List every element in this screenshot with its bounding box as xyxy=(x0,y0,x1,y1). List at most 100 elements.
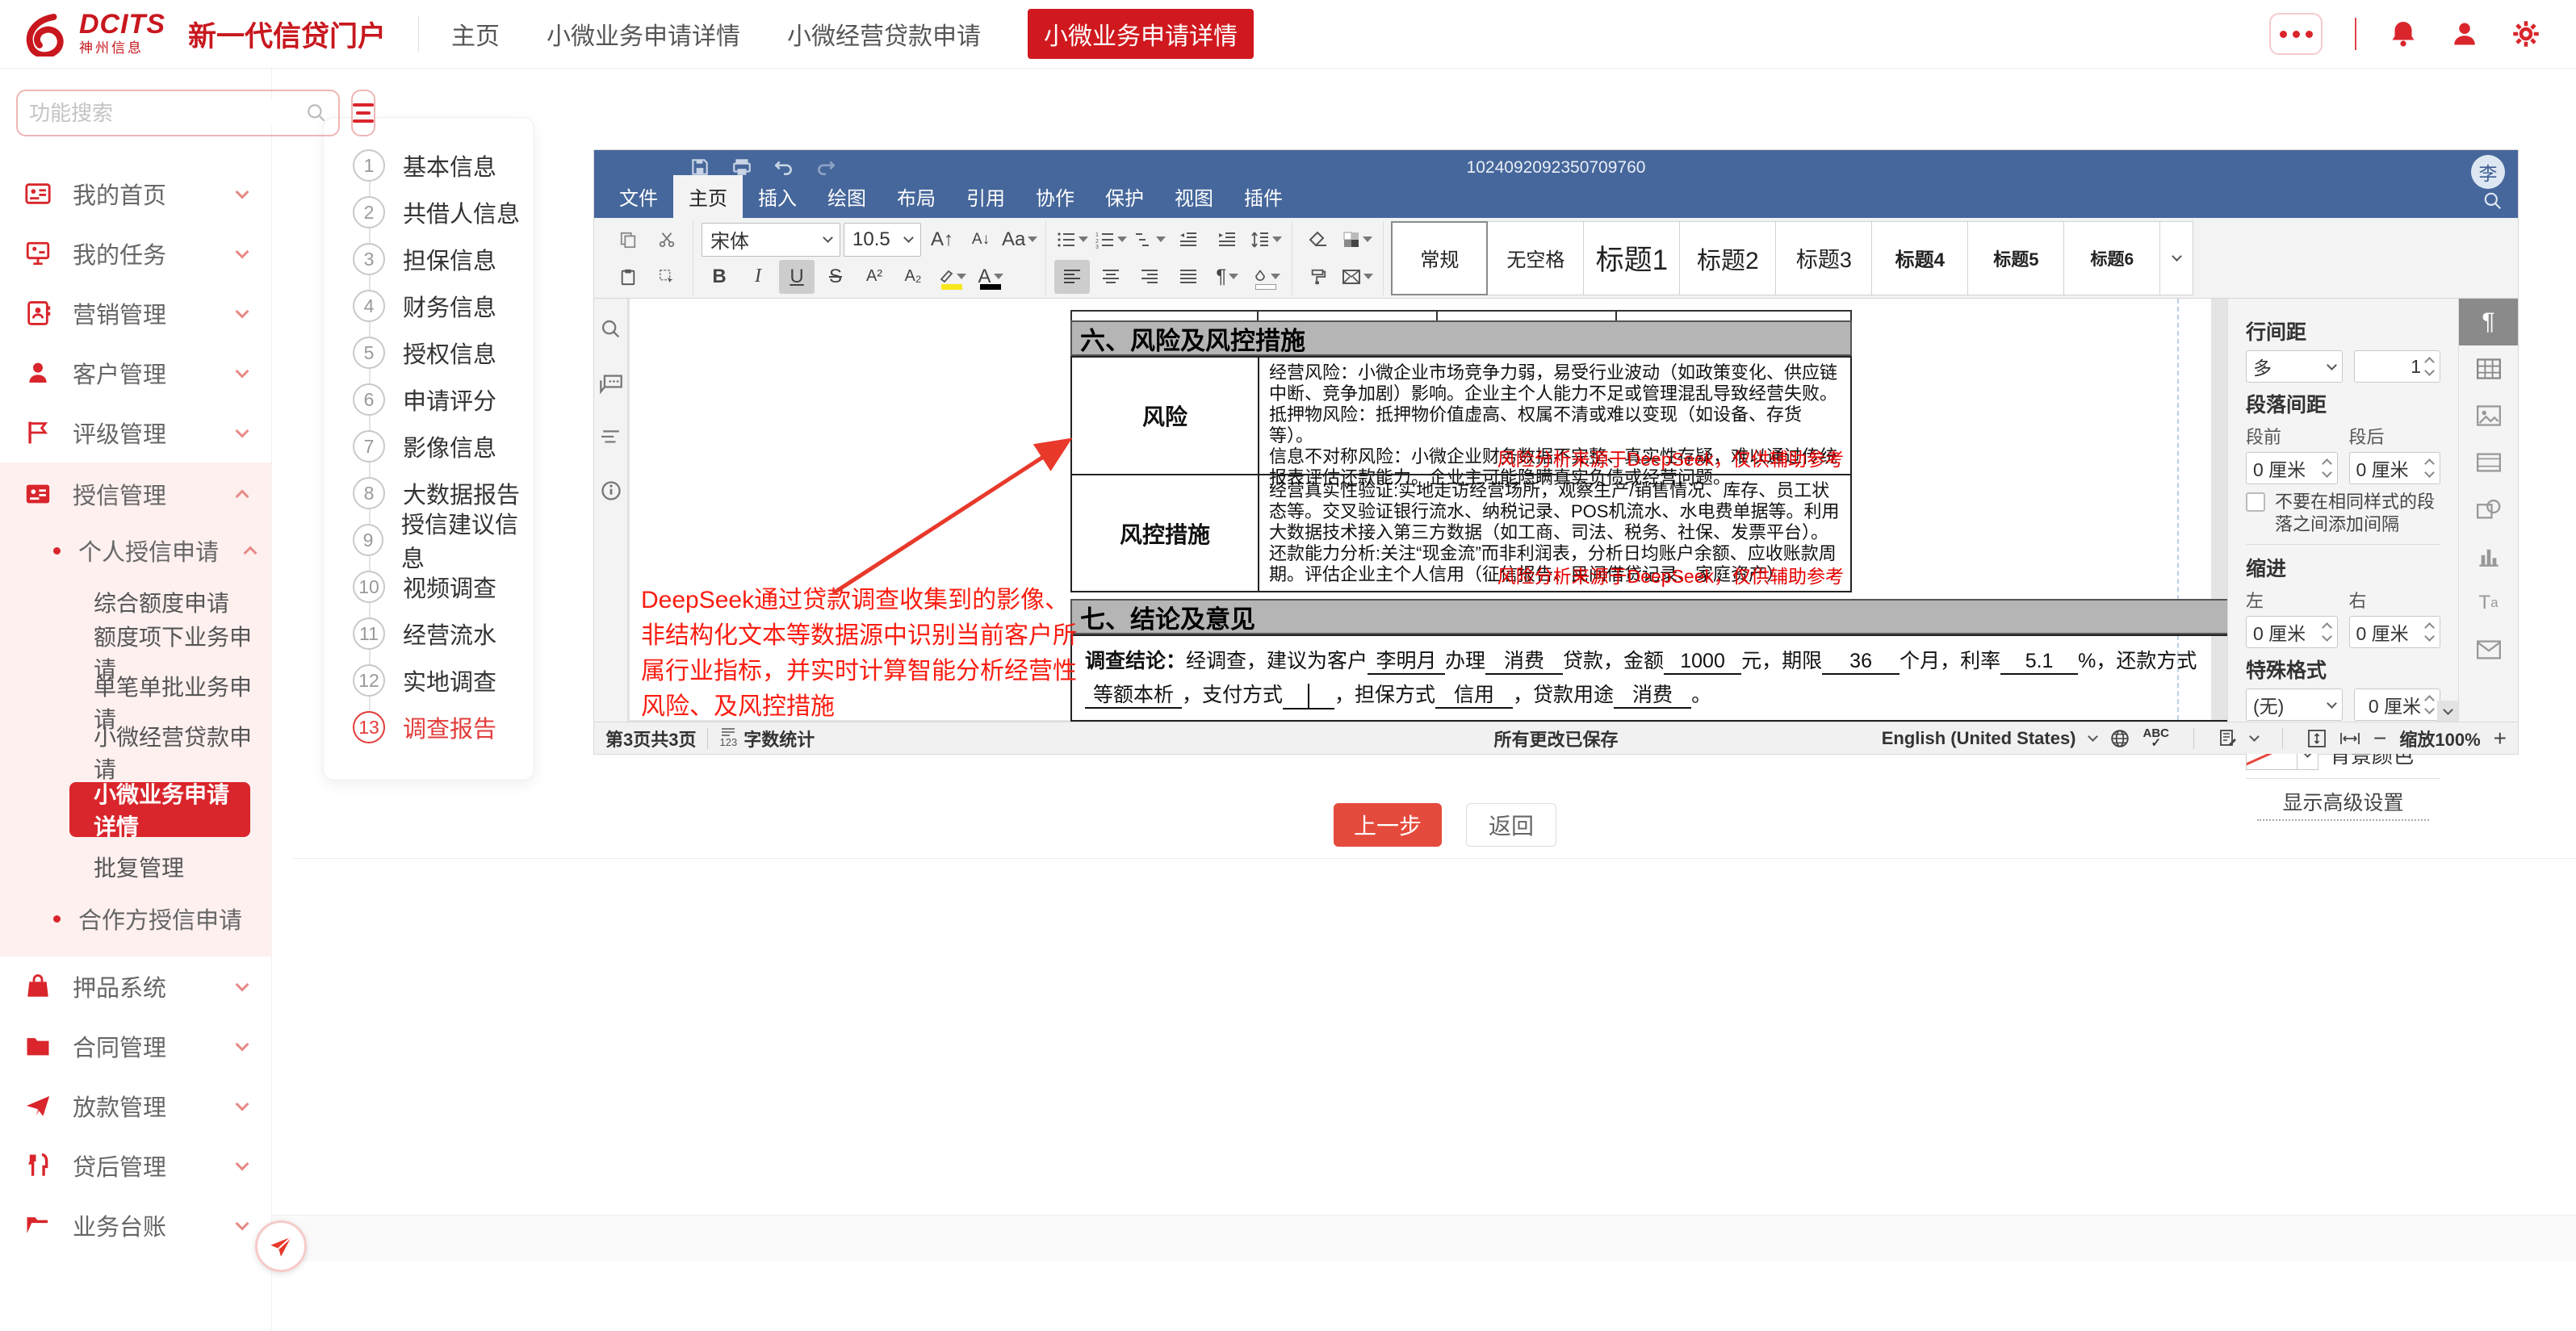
tab-micro-loan-apply[interactable]: 小微经营贷款申请 xyxy=(787,16,981,52)
step-video-survey[interactable]: 10视频调查 xyxy=(324,563,534,610)
more-actions-button[interactable] xyxy=(2269,13,2323,55)
line-spacing-select[interactable]: 多 xyxy=(2246,350,2343,383)
menu-insert[interactable]: 插入 xyxy=(743,175,812,218)
editor-search-icon[interactable] xyxy=(2482,190,2503,211)
style-heading3[interactable]: 标题3 xyxy=(1775,221,1872,295)
sidebar-item-personal-credit[interactable]: 个人授信申请 xyxy=(16,524,255,577)
sidebar-item-rating[interactable]: 评级管理 xyxy=(16,403,255,463)
fit-page-icon[interactable] xyxy=(2307,729,2327,748)
sidebar-item-micro-loan-apply[interactable]: 小微经营贷款申请 xyxy=(16,727,255,777)
step-scoring[interactable]: 6申请评分 xyxy=(324,376,534,423)
chart-panel-tab[interactable] xyxy=(2459,533,2518,580)
step-finance[interactable]: 4财务信息 xyxy=(324,283,534,329)
sidebar-item-post-loan[interactable]: 贷后管理 xyxy=(16,1136,255,1195)
step-authorization[interactable]: 5授权信息 xyxy=(324,329,534,376)
document-page[interactable]: 六、风险及风控措施 风险 经营风险：小微企业市场竞争力弱，易受行业波动（如政策变… xyxy=(630,299,2211,720)
clear-format-eraser-icon[interactable] xyxy=(1301,223,1336,257)
document-canvas[interactable]: 六、风险及风控措施 风险 经营风险：小微企业市场竞争力弱，易受行业波动（如政策变… xyxy=(628,299,2227,722)
sidebar-item-customers[interactable]: 客户管理 xyxy=(16,343,255,403)
font-family-select[interactable]: 宋体 xyxy=(702,223,840,257)
settings-gear-icon[interactable] xyxy=(2511,19,2540,48)
strikethrough-icon[interactable]: S xyxy=(818,260,853,294)
sidebar-item-ledger[interactable]: 业务台账 xyxy=(16,1195,255,1255)
copy-icon[interactable] xyxy=(610,223,646,257)
bold-icon[interactable]: B xyxy=(702,260,737,294)
tab-micro-detail-active[interactable]: 小微业务申请详情 xyxy=(1028,9,1254,59)
menu-home[interactable]: 主页 xyxy=(673,175,743,218)
tab-micro-detail[interactable]: 小微业务申请详情 xyxy=(547,16,740,52)
shape-panel-tab[interactable] xyxy=(2459,486,2518,533)
info-icon[interactable] xyxy=(600,479,622,502)
select-icon[interactable] xyxy=(649,260,685,294)
notifications-bell-icon[interactable] xyxy=(2389,19,2418,48)
paste-icon[interactable] xyxy=(610,260,646,294)
table-panel-tab[interactable] xyxy=(2459,345,2518,392)
step-basic-info[interactable]: 1基本信息 xyxy=(324,142,534,189)
track-changes-icon[interactable] xyxy=(2218,729,2238,748)
sidebar-item-my-home[interactable]: 我的首页 xyxy=(16,164,255,224)
special-format-select[interactable]: (无) xyxy=(2246,689,2343,721)
step-coborrower[interactable]: 2共借人信息 xyxy=(324,189,534,236)
font-color-icon[interactable]: A xyxy=(973,260,1008,294)
sidebar-item-approval-mgmt[interactable]: 批复管理 xyxy=(16,842,255,892)
shrink-font-icon[interactable]: A↓ xyxy=(963,223,999,257)
navigation-headings-icon[interactable] xyxy=(599,428,623,447)
menu-view[interactable]: 视图 xyxy=(1159,175,1229,218)
style-heading5[interactable]: 标题5 xyxy=(1967,221,2064,295)
back-button[interactable]: 返回 xyxy=(1466,803,1556,847)
menu-protect[interactable]: 保护 xyxy=(1090,175,1159,218)
zoom-out-button[interactable]: − xyxy=(2373,726,2386,751)
style-heading2[interactable]: 标题2 xyxy=(1679,221,1776,295)
word-count-button[interactable]: 字数统计 xyxy=(743,726,815,751)
sidebar-item-credit-mgmt[interactable]: 授信管理 xyxy=(16,464,255,524)
find-icon[interactable] xyxy=(600,318,622,341)
spacing-before-input[interactable]: 0 厘米 xyxy=(2246,452,2338,484)
mail-merge-icon[interactable] xyxy=(1339,260,1375,294)
sidebar-item-partner-credit[interactable]: 合作方授信申请 xyxy=(16,892,255,945)
italic-icon[interactable]: I xyxy=(740,260,776,294)
field-customer-name[interactable]: 李明月 xyxy=(1368,649,1445,675)
line-spacing-number[interactable]: 1 xyxy=(2354,350,2440,383)
bullet-list-icon[interactable] xyxy=(1054,223,1090,257)
align-right-icon[interactable] xyxy=(1132,260,1167,294)
underline-icon[interactable]: U xyxy=(779,260,815,294)
paragraph-marks-icon[interactable]: ¶ xyxy=(1209,260,1245,294)
sidebar-item-micro-detail-active[interactable]: 小微业务申请详情 xyxy=(69,782,250,837)
language-selector[interactable]: English (United States) xyxy=(1882,728,2076,749)
step-field-survey[interactable]: 12实地调查 xyxy=(324,657,534,704)
font-size-select[interactable]: 10.5 xyxy=(844,223,921,257)
spacing-after-input[interactable]: 0 厘米 xyxy=(2349,452,2441,484)
panel-scroll-down[interactable] xyxy=(2437,701,2458,722)
indent-right-input[interactable]: 0 厘米 xyxy=(2349,616,2441,648)
justify-icon[interactable] xyxy=(1171,260,1206,294)
image-panel-tab[interactable] xyxy=(2459,392,2518,439)
comments-icon[interactable] xyxy=(599,373,623,396)
field-guarantee-method[interactable]: 信用 xyxy=(1435,683,1513,709)
change-case-icon[interactable]: Aa xyxy=(1002,223,1037,257)
sidebar-item-marketing[interactable]: 营销管理 xyxy=(16,283,255,343)
menu-collaboration[interactable]: 协作 xyxy=(1020,175,1090,218)
step-business-flow[interactable]: 11经营流水 xyxy=(324,610,534,657)
numbered-list-icon[interactable]: 123 xyxy=(1093,223,1129,257)
special-format-size[interactable]: 0 厘米 xyxy=(2354,689,2440,721)
decrease-indent-icon[interactable] xyxy=(1171,223,1206,257)
field-term[interactable]: 36 xyxy=(1822,649,1900,675)
spellcheck-icon[interactable]: ABC✓ xyxy=(2143,729,2170,748)
field-pay-method[interactable] xyxy=(1283,683,1334,709)
field-amount[interactable]: 1000 xyxy=(1664,649,1741,675)
sidebar-item-contracts[interactable]: 合同管理 xyxy=(16,1016,255,1076)
step-survey-report-active[interactable]: 13调查报告 xyxy=(324,704,534,751)
color-grid-icon[interactable] xyxy=(1339,223,1375,257)
style-heading6[interactable]: 标题6 xyxy=(2063,221,2160,295)
tab-home[interactable]: 主页 xyxy=(451,16,500,52)
step-imaging[interactable]: 7影像信息 xyxy=(324,423,534,470)
subscript-icon[interactable]: A₂ xyxy=(895,260,931,294)
menu-file[interactable]: 文件 xyxy=(604,175,673,218)
sidebar-item-collateral[interactable]: 押品系统 xyxy=(16,956,255,1016)
paragraph-panel-tab[interactable]: ¶ xyxy=(2459,299,2518,345)
user-profile-icon[interactable] xyxy=(2450,19,2479,48)
field-rate[interactable]: 5.1 xyxy=(2000,649,2078,675)
superscript-icon[interactable]: A² xyxy=(857,260,892,294)
user-avatar[interactable]: 李 xyxy=(2471,155,2505,189)
menu-draw[interactable]: 绘图 xyxy=(812,175,882,218)
